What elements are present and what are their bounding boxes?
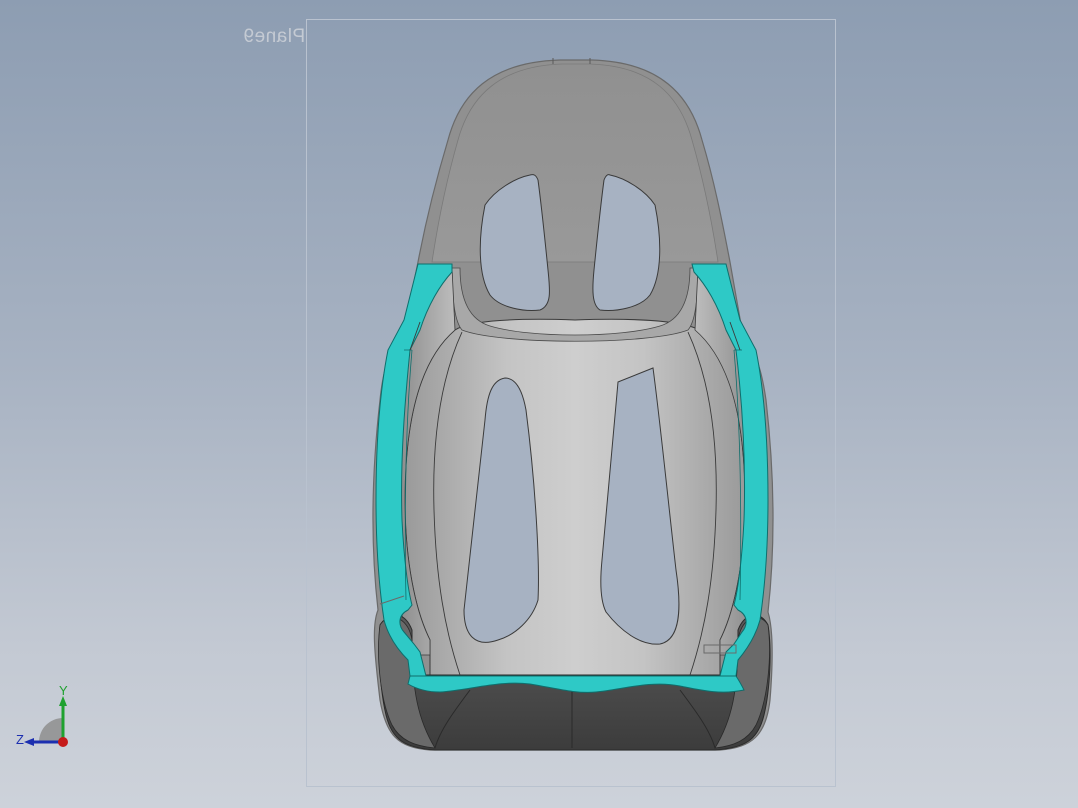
triad-quadrant <box>39 718 63 742</box>
racing-seat-model[interactable] <box>0 0 1078 808</box>
graphics-viewport[interactable]: Plane9 Y Z <box>0 0 1078 808</box>
y-axis-label: Y <box>59 684 68 698</box>
z-axis-label: Z <box>16 732 24 747</box>
x-axis-dot <box>58 737 68 747</box>
coordinate-triad[interactable]: Y Z <box>8 684 78 754</box>
seat-back-inner-surface[interactable] <box>404 318 746 676</box>
z-axis-arrowhead <box>24 738 34 746</box>
